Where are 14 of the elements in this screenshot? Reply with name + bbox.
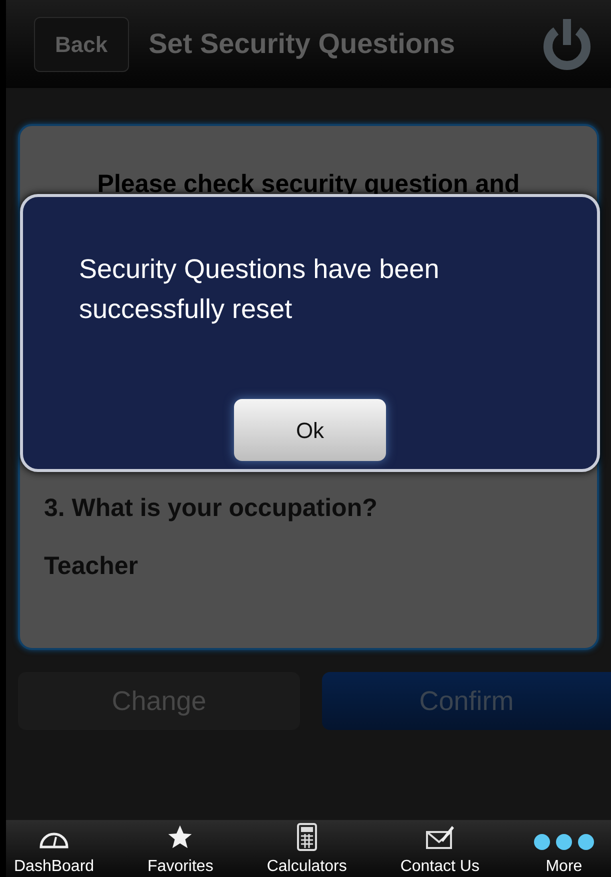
tab-item[interactable]: DashBoard: [6, 825, 102, 877]
tab-item[interactable]: Contact Us: [392, 823, 488, 877]
instruction-text: Please check security question and: [97, 169, 520, 200]
tab-item[interactable]: More: [524, 833, 603, 877]
answer-text: Teacher: [44, 551, 140, 582]
tab-item[interactable]: Calculators: [258, 823, 355, 877]
tab-item[interactable]: Favorites: [140, 823, 222, 877]
mail-pen-icon: [424, 823, 455, 851]
more-dots-icon: [532, 833, 595, 851]
alert-message: Security Questions have been successfully reset: [79, 253, 440, 326]
question-text: 3. What is your occupation?: [44, 493, 378, 524]
ok-button[interactable]: Ok: [234, 399, 386, 461]
screen-title: Set Security Questions: [148, 27, 456, 61]
calculator-icon: [296, 823, 317, 851]
